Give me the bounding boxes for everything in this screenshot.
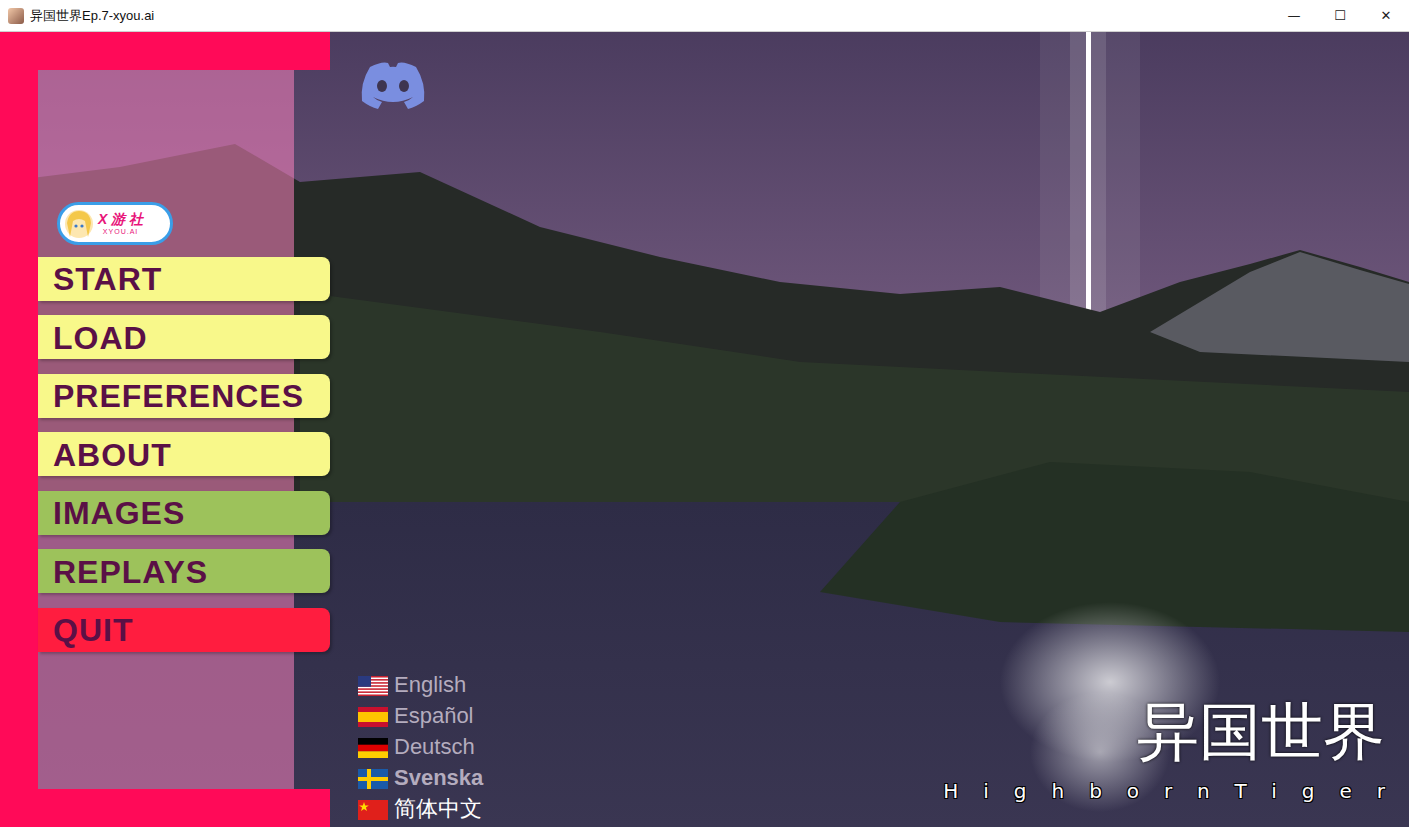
flag-es-icon [358,707,388,727]
frame-bottom-bar [0,789,330,827]
frame-top-bar [0,32,330,70]
menu-button[interactable]: REPLAYS [38,549,330,593]
window-control-button[interactable]: ☐ [1317,0,1363,31]
window-control-button[interactable]: ✕ [1363,0,1409,31]
language-option[interactable]: Svenska [358,763,483,794]
language-option[interactable]: 简体中文 [358,794,483,825]
main-area: EnglishEspañolDeutschSvenska简体中文异国世界High… [330,32,1409,827]
game-title: 异国世界 [1137,696,1385,767]
menu-button[interactable]: ABOUT [38,432,330,476]
flag-cn-icon [358,800,388,820]
menu-button[interactable]: PREFERENCES [38,374,330,418]
menu-button[interactable]: IMAGES [38,491,330,535]
studio-name: HighbornTiger [943,779,1409,803]
site-badge[interactable]: X 游 社 XYOU.AI [57,202,173,245]
app-icon [8,8,24,24]
window-controls: —☐✕ [1271,0,1409,31]
frame-side-bar [0,70,38,789]
flag-se-icon [358,769,388,789]
flag-us-icon [358,676,388,696]
menu-frame: X 游 社 XYOU.AI START LOAD PREFERENCES ABOUT IMA… [0,32,330,827]
flag-de-icon [358,738,388,758]
game-title-block: 异国世界HighbornTiger [943,696,1385,827]
badge-domain: XYOU.AI [103,228,138,235]
badge-brand: X 游 社 [98,212,143,226]
window-control-button[interactable]: — [1271,0,1317,31]
menu-button[interactable]: QUIT [38,608,330,652]
title-bar: 异国世界Ep.7-xyou.ai—☐✕ [0,0,1409,32]
menu-button[interactable]: START [38,257,330,301]
app-window: 异国世界Ep.7-xyou.ai—☐✕ X 游 社 XYOU.AI START LOAD… [0,0,1409,827]
anime-girl-icon [64,209,94,239]
menu-panel: X 游 社XYOU.AISTARTLOADPREFERENCESABOUTIMA… [38,70,294,789]
language-option[interactable]: Español [358,701,483,732]
game-screen: X 游 社 XYOU.AI START LOAD PREFERENCES ABOUT IMA… [0,32,1409,827]
language-option[interactable]: English [358,670,483,701]
menu-button[interactable]: LOAD [38,315,330,359]
window-title: 异国世界Ep.7-xyou.ai [30,7,1271,25]
language-option[interactable]: Deutsch [358,732,483,763]
discord-icon[interactable] [358,59,428,111]
language-list: EnglishEspañolDeutschSvenska简体中文 [358,670,483,827]
